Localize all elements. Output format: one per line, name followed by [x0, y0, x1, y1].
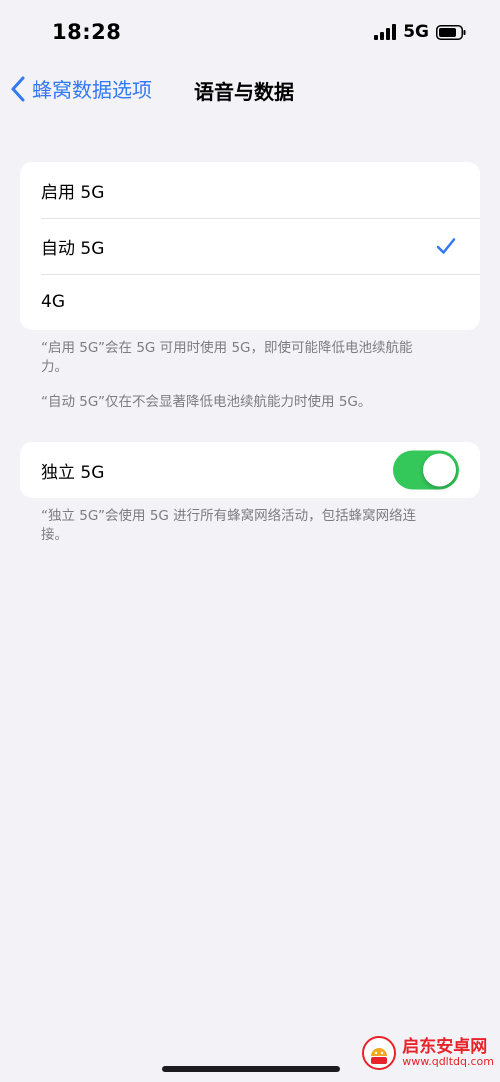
standalone-5g-group: 独立 5G — [20, 442, 480, 498]
network-type-label: 5G — [403, 22, 429, 42]
network-mode-group: 启用 5G 自动 5G 4G — [20, 162, 480, 330]
option-label: 自动 5G — [41, 238, 105, 259]
chevron-left-icon — [11, 76, 25, 101]
cellular-signal-icon — [374, 24, 397, 40]
status-time: 18:28 — [52, 20, 122, 44]
watermark-url: www.qdltdq.com — [402, 1055, 494, 1069]
watermark-text: 启东安卓网 www.qdltdq.com — [402, 1036, 494, 1069]
standalone-5g-toggle[interactable] — [393, 450, 459, 490]
checkmark-icon — [436, 238, 456, 254]
option-5g-auto[interactable]: 自动 5G — [20, 218, 480, 274]
watermark: 启东安卓网 www.qdltdq.com — [362, 1036, 494, 1070]
page-title: 语音与数据 — [194, 80, 294, 104]
navigation-bar: 蜂窝数据选项 语音与数据 — [0, 66, 500, 112]
back-button-label: 蜂窝数据选项 — [32, 78, 152, 102]
option-label: 4G — [41, 292, 65, 312]
status-indicators: 5G — [374, 22, 466, 42]
standalone-5g-row: 独立 5G — [20, 442, 480, 498]
footnote-5g-auto: “自动 5G”仅在不会显著降低电池续航能力时使用 5G。 — [41, 394, 372, 410]
back-button[interactable]: 蜂窝数据选项 — [10, 74, 152, 103]
battery-icon — [436, 24, 466, 40]
android-logo-icon — [362, 1036, 397, 1070]
footnote-standalone-5g: “独立 5G”会使用 5G 进行所有蜂窝网络活动，包括蜂窝网络连接。 — [41, 508, 417, 543]
watermark-name: 启东安卓网 — [402, 1036, 488, 1057]
standalone-5g-label: 独立 5G — [41, 462, 105, 483]
option-4g[interactable]: 4G — [20, 274, 480, 330]
footnote-5g-on: “启用 5G”会在 5G 可用时使用 5G，即使可能降低电池续航能力。 — [41, 340, 413, 375]
option-label: 启用 5G — [41, 182, 105, 203]
status-bar: 18:28 5G — [0, 0, 500, 66]
home-indicator[interactable] — [162, 1066, 340, 1072]
option-5g-on[interactable]: 启用 5G — [20, 162, 480, 218]
toggle-knob — [423, 453, 456, 487]
